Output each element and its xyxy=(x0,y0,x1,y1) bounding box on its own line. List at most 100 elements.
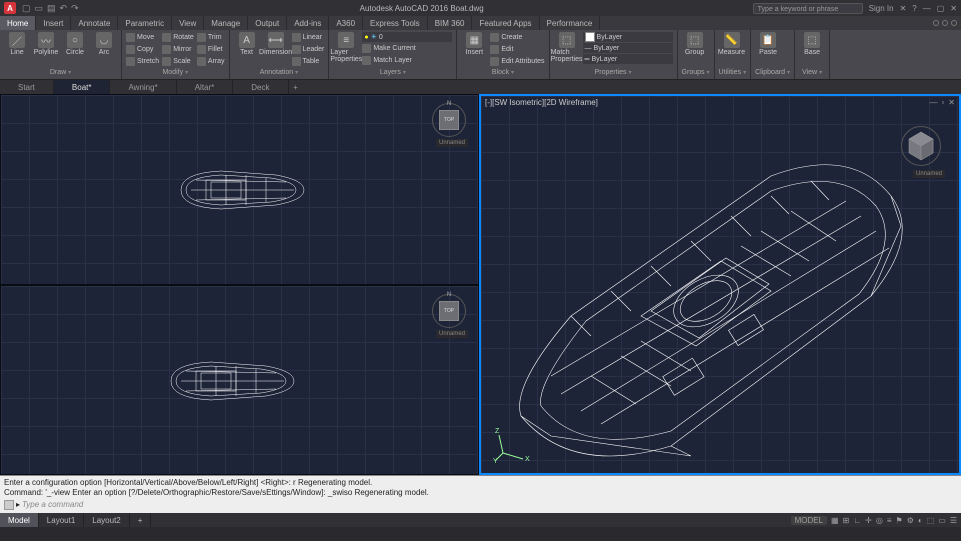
viewcube-label[interactable]: Unnamed xyxy=(436,139,468,147)
linear-dim-button[interactable]: Linear xyxy=(292,32,325,43)
array-button[interactable]: Array xyxy=(197,56,225,67)
tab-view[interactable]: View xyxy=(172,16,204,30)
move-button[interactable]: Move xyxy=(126,32,159,43)
panel-title[interactable]: View xyxy=(799,67,825,77)
panel-title[interactable]: Clipboard xyxy=(755,67,790,77)
panel-title[interactable]: Properties xyxy=(554,67,673,77)
make-current-button[interactable]: Make Current xyxy=(362,43,452,54)
ortho-toggle-icon[interactable]: ∟ xyxy=(853,516,861,525)
osnap-toggle-icon[interactable]: ◎ xyxy=(876,516,883,525)
edit-attributes-button[interactable]: Edit Attributes xyxy=(490,56,544,67)
paste-button[interactable]: 📋Paste xyxy=(755,32,781,56)
tab-bim360[interactable]: BIM 360 xyxy=(428,16,473,30)
close-icon[interactable]: ✕ xyxy=(950,4,957,13)
command-window[interactable]: Enter a configuration option [Horizontal… xyxy=(0,475,961,513)
copy-button[interactable]: Copy xyxy=(126,44,159,55)
mirror-button[interactable]: Mirror xyxy=(162,44,194,55)
tab-home[interactable]: Home xyxy=(0,16,36,30)
annotation-toggle-icon[interactable]: ⚑ xyxy=(896,516,903,525)
doc-tab-boat[interactable]: Boat* xyxy=(54,80,111,94)
tab-output[interactable]: Output xyxy=(248,16,287,30)
match-layer-button[interactable]: Match Layer xyxy=(362,55,452,66)
tab-annotate[interactable]: Annotate xyxy=(71,16,118,30)
doc-tab-altar[interactable]: Altar* xyxy=(177,80,234,94)
lineweight-toggle-icon[interactable]: ≡ xyxy=(887,516,892,525)
viewport-top-left[interactable]: NTOP Unnamed xyxy=(0,94,479,285)
cmd-input[interactable]: Type a command xyxy=(22,500,83,510)
new-icon[interactable]: ▢ xyxy=(22,3,31,14)
lineweight-dropdown[interactable]: —ByLayer xyxy=(583,43,673,53)
base-view-button[interactable]: ⬚Base xyxy=(799,32,825,56)
help-search-input[interactable]: Type a keyword or phrase xyxy=(753,3,863,14)
tab-parametric[interactable]: Parametric xyxy=(118,16,172,30)
panel-title[interactable]: Block xyxy=(461,67,544,77)
status-model-badge[interactable]: MODEL xyxy=(791,516,827,525)
viewport-right[interactable]: [-][SW Isometric][2D Wireframe] — ▫ ✕ Un… xyxy=(479,94,961,475)
maximize-icon[interactable]: ▢ xyxy=(937,4,945,13)
app-logo-icon[interactable]: A xyxy=(4,2,16,14)
clean-screen-icon[interactable]: ▭ xyxy=(938,516,946,525)
tab-express[interactable]: Express Tools xyxy=(363,16,428,30)
tab-featured[interactable]: Featured Apps xyxy=(472,16,539,30)
doc-tab-awning[interactable]: Awning* xyxy=(110,80,176,94)
polar-toggle-icon[interactable]: ✛ xyxy=(865,516,872,525)
fillet-button[interactable]: Fillet xyxy=(197,44,225,55)
snap-toggle-icon[interactable]: ⊞ xyxy=(843,516,850,525)
minimize-icon[interactable]: — xyxy=(923,4,931,13)
table-button[interactable]: Table xyxy=(292,56,325,67)
text-button[interactable]: AText xyxy=(234,32,260,56)
color-dropdown[interactable]: ByLayer xyxy=(583,32,673,42)
layer-properties-button[interactable]: ≡Layer Properties xyxy=(333,32,359,63)
panel-title[interactable]: Modify xyxy=(126,67,225,77)
layout-tab-1[interactable]: Layout1 xyxy=(39,513,84,527)
panel-title[interactable]: Groups xyxy=(682,67,710,77)
workspace-toggle-icon[interactable]: ⚙ xyxy=(907,516,914,525)
create-block-button[interactable]: Create xyxy=(490,32,544,43)
polyline-button[interactable]: 〰Polyline xyxy=(33,32,59,56)
edit-block-button[interactable]: Edit xyxy=(490,44,544,55)
exchange-icon[interactable]: ✕ xyxy=(900,4,907,13)
viewcube-label[interactable]: Unnamed xyxy=(436,330,468,338)
leader-button[interactable]: Leader xyxy=(292,44,325,55)
vp-close-icon[interactable]: ✕ xyxy=(948,98,955,107)
new-doc-button[interactable]: + xyxy=(289,80,303,94)
viewcube-label[interactable]: Unnamed xyxy=(913,170,945,178)
match-properties-button[interactable]: ⬚Match Properties xyxy=(554,32,580,63)
layer-dropdown[interactable]: ●☀0 xyxy=(362,32,452,42)
save-icon[interactable]: ▤ xyxy=(47,3,56,14)
redo-icon[interactable]: ↷ xyxy=(71,3,79,14)
viewcube-iso[interactable] xyxy=(901,126,941,166)
open-icon[interactable]: ▭ xyxy=(35,3,44,14)
grid-toggle-icon[interactable]: ▦ xyxy=(831,516,839,525)
circle-button[interactable]: ○Circle xyxy=(62,32,88,56)
tab-a360[interactable]: A360 xyxy=(329,16,363,30)
layout-tab-model[interactable]: Model xyxy=(0,513,39,527)
tab-addins[interactable]: Add-ins xyxy=(287,16,329,30)
linetype-dropdown[interactable]: ═ByLayer xyxy=(583,54,673,64)
measure-button[interactable]: 📏Measure xyxy=(719,32,745,56)
panel-title[interactable]: Draw xyxy=(4,67,117,77)
isolate-toggle-icon[interactable]: ◐ xyxy=(918,516,923,525)
help-icon[interactable]: ? xyxy=(912,4,916,13)
doc-tab-start[interactable]: Start xyxy=(0,80,54,94)
vp-minimize-icon[interactable]: — xyxy=(929,98,937,107)
dimension-button[interactable]: ⟷Dimension xyxy=(263,32,289,56)
panel-title[interactable]: Layers xyxy=(333,67,452,77)
undo-icon[interactable]: ↶ xyxy=(60,3,68,14)
viewport-label[interactable]: [-][SW Isometric][2D Wireframe] xyxy=(485,98,598,107)
doc-tab-deck[interactable]: Deck xyxy=(233,80,288,94)
insert-block-button[interactable]: ▦Insert xyxy=(461,32,487,56)
layout-tab-2[interactable]: Layout2 xyxy=(84,513,129,527)
scale-button[interactable]: Scale xyxy=(162,56,194,67)
panel-title[interactable]: Utilities xyxy=(719,67,747,77)
tab-manage[interactable]: Manage xyxy=(204,16,248,30)
stretch-button[interactable]: Stretch xyxy=(126,56,159,67)
customize-icon[interactable]: ☰ xyxy=(950,516,957,525)
group-button[interactable]: ⬚Group xyxy=(682,32,708,56)
line-button[interactable]: ／Line xyxy=(4,32,30,56)
hardware-toggle-icon[interactable]: ⬚ xyxy=(927,516,935,525)
trim-button[interactable]: Trim xyxy=(197,32,225,43)
viewport-bottom-left[interactable]: NTOP Unnamed xyxy=(0,285,479,476)
vp-maximize-icon[interactable]: ▫ xyxy=(941,98,944,107)
rotate-button[interactable]: Rotate xyxy=(162,32,194,43)
